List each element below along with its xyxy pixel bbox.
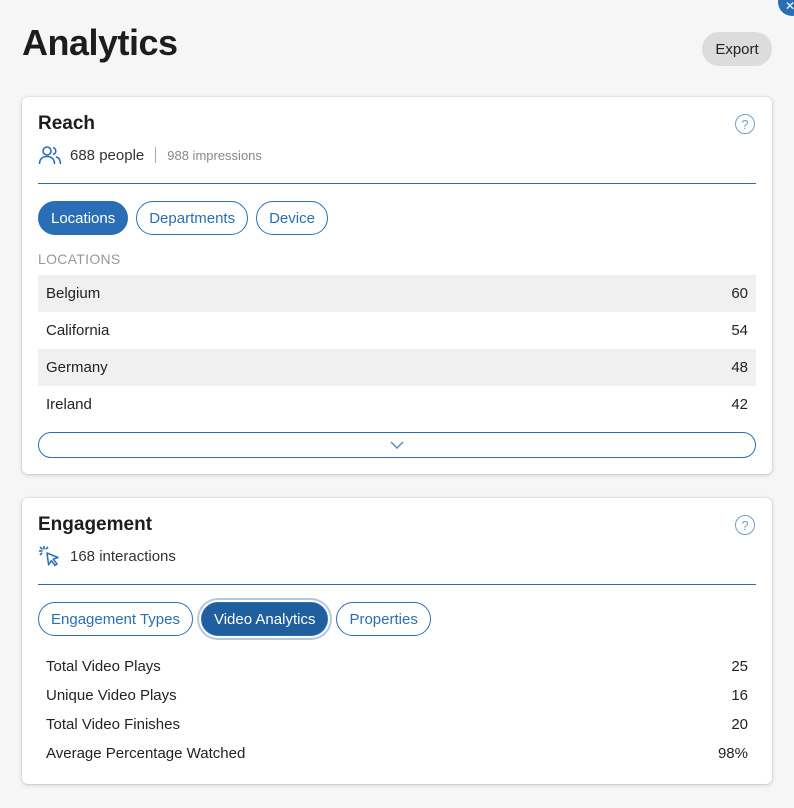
page-title: Analytics — [22, 22, 178, 63]
tab-departments[interactable]: Departments — [136, 201, 249, 235]
table-row: Total Video Finishes 20 — [38, 710, 756, 739]
reach-divider — [38, 183, 756, 184]
table-row: California 54 — [38, 312, 756, 349]
location-value: 42 — [731, 396, 748, 413]
table-row: Belgium 60 — [38, 275, 756, 312]
impressions-count: 988 impressions — [167, 147, 262, 163]
question-circle-icon[interactable]: ? — [735, 515, 755, 535]
engagement-tabs: Engagement Types Video Analytics Propert… — [38, 602, 431, 636]
stat-separator — [155, 147, 157, 163]
table-row: Ireland 42 — [38, 386, 756, 423]
reach-title: Reach — [38, 113, 96, 134]
video-metrics-table: Total Video Plays 25 Unique Video Plays … — [38, 652, 756, 768]
expand-locations-button[interactable] — [38, 432, 756, 458]
location-name: Germany — [46, 359, 108, 376]
engagement-title: Engagement — [38, 514, 153, 535]
location-name: California — [46, 322, 110, 339]
metric-value: 16 — [731, 687, 748, 704]
tab-device[interactable]: Device — [256, 201, 328, 235]
metric-value: 98% — [717, 745, 748, 762]
table-row: Unique Video Plays 16 — [38, 681, 756, 710]
location-name: Belgium — [46, 285, 101, 302]
table-row: Germany 48 — [38, 349, 756, 386]
close-badge-icon[interactable]: ✕ — [778, 0, 794, 16]
metric-name: Average Percentage Watched — [46, 745, 246, 762]
table-row: Total Video Plays 25 — [38, 652, 756, 681]
locations-table: Belgium 60 California 54 Germany 48 Irel… — [38, 275, 756, 423]
metric-value: 20 — [731, 716, 748, 733]
metric-value: 25 — [731, 658, 748, 675]
reach-stats: 688 people 988 impressions — [38, 144, 262, 166]
reach-tabs: Locations Departments Device — [38, 201, 328, 235]
engagement-stats: 168 interactions — [38, 545, 176, 567]
tab-properties[interactable]: Properties — [336, 602, 431, 636]
interactions-count: 168 interactions — [70, 547, 176, 565]
metric-name: Unique Video Plays — [46, 687, 177, 704]
engagement-divider — [38, 584, 756, 585]
location-value: 60 — [731, 285, 748, 302]
locations-section-label: LOCATIONS — [38, 251, 121, 267]
people-count: 688 people — [70, 146, 145, 164]
reach-card: Reach ? 688 people 988 impressions Locat… — [22, 97, 772, 474]
people-icon — [38, 146, 62, 165]
tab-video-analytics[interactable]: Video Analytics — [200, 602, 329, 636]
location-name: Ireland — [46, 396, 92, 413]
tab-locations[interactable]: Locations — [38, 201, 129, 235]
export-button[interactable]: Export — [702, 32, 772, 66]
metric-name: Total Video Plays — [46, 658, 161, 675]
chevron-down-icon — [390, 441, 404, 449]
table-row: Average Percentage Watched 98% — [38, 739, 756, 768]
metric-name: Total Video Finishes — [46, 716, 180, 733]
tab-engagement-types[interactable]: Engagement Types — [38, 602, 193, 636]
location-value: 54 — [731, 322, 748, 339]
engagement-card: Engagement ? 168 interactions Engagement… — [22, 498, 772, 784]
cursor-click-icon — [39, 546, 59, 567]
question-circle-icon[interactable]: ? — [735, 114, 755, 134]
location-value: 48 — [731, 359, 748, 376]
